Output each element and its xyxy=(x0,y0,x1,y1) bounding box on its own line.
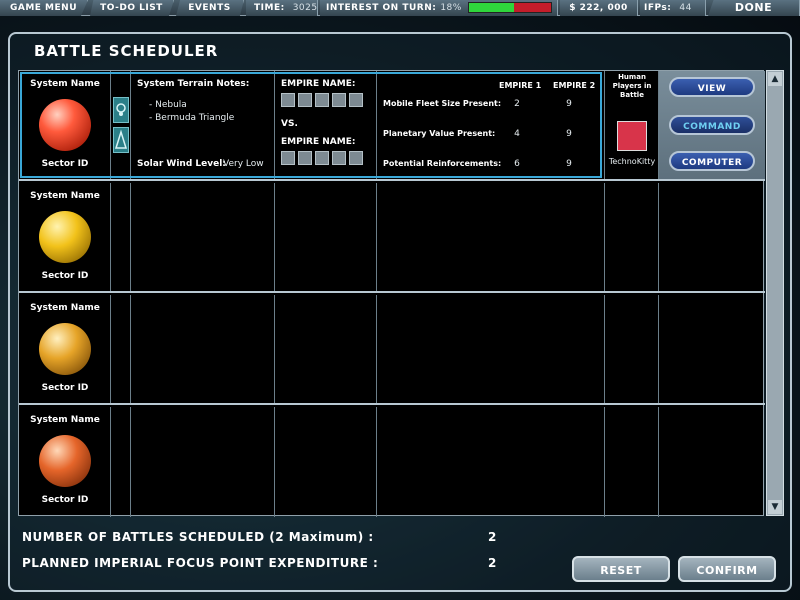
solar-wind-label: Solar Wind Level: xyxy=(137,159,226,169)
fleet-size-e1: 2 xyxy=(514,99,520,109)
battle-scheduler-panel: BATTLE SCHEDULER System Name Sector ID S… xyxy=(8,32,792,592)
reset-button[interactable]: RESET xyxy=(572,556,670,582)
terrain-icons-cell xyxy=(111,71,131,179)
versus-label: VS. xyxy=(281,119,298,129)
planetary-value-e2: 9 xyxy=(566,129,572,139)
scroll-down-icon[interactable]: ▼ xyxy=(768,500,782,514)
planetary-value-e1: 4 xyxy=(514,129,520,139)
battles-scheduled: NUMBER OF BATTLES SCHEDULED (2 Maximum) … xyxy=(22,530,496,544)
interest-value: 18% xyxy=(440,3,462,13)
reinforcements-e1: 6 xyxy=(514,159,520,169)
todo-list-button[interactable]: TO-DO LIST xyxy=(90,0,174,16)
planet-icon xyxy=(39,323,91,375)
interest-progress-bar xyxy=(468,2,552,13)
bermuda-triangle-icon xyxy=(113,127,129,153)
treasury-display: $ 222, 000 xyxy=(560,0,638,16)
battle-row[interactable]: System Name Sector ID System Terrain Not… xyxy=(19,71,765,181)
battle-row[interactable]: System Name Sector ID xyxy=(19,183,765,293)
empire2-color-boxes xyxy=(281,151,363,165)
action-buttons-cell: VIEW COMMAND COMPUTER xyxy=(659,71,765,179)
reinforcements-e2: 9 xyxy=(566,159,572,169)
sector-id: Sector ID xyxy=(41,271,89,281)
page-title: BATTLE SCHEDULER xyxy=(34,42,219,60)
human-players-title: Human Players in Battle xyxy=(612,73,652,99)
fleet-size-e2: 9 xyxy=(566,99,572,109)
empire1-name-label: EMPIRE NAME: xyxy=(281,79,356,89)
battle-row[interactable]: System Name Sector ID xyxy=(19,407,765,517)
human-players-cell: Human Players in Battle TechnoKitty xyxy=(605,71,659,179)
ifp-expenditure: PLANNED IMPERIAL FOCUS POINT EXPENDITURE… xyxy=(22,556,496,570)
system-name: System Name xyxy=(30,415,100,425)
confirm-button[interactable]: CONFIRM xyxy=(678,556,776,582)
terrain-list: - Nebula - Bermuda Triangle xyxy=(149,99,234,125)
empire1-color-boxes xyxy=(281,93,363,107)
system-name: System Name xyxy=(30,303,100,313)
terrain-item: - Bermuda Triangle xyxy=(149,113,235,123)
nebula-icon xyxy=(113,97,129,123)
solar-wind-value: Very Low xyxy=(223,159,264,169)
battles-scheduled-label: NUMBER OF BATTLES SCHEDULED (2 Maximum) … xyxy=(22,530,374,544)
interest-label: INTEREST ON TURN: xyxy=(326,3,437,13)
battle-row[interactable]: System Name Sector ID xyxy=(19,295,765,405)
time-value: 3025 xyxy=(292,3,318,13)
planet-icon xyxy=(39,211,91,263)
empire2-name-label: EMPIRE NAME: xyxy=(281,137,356,147)
time-label: TIME: xyxy=(254,3,285,13)
done-button[interactable]: DONE xyxy=(708,0,800,16)
system-cell: System Name Sector ID xyxy=(19,183,111,291)
view-button[interactable]: VIEW xyxy=(669,77,755,97)
system-name: System Name xyxy=(30,79,100,89)
battles-scheduled-value: 2 xyxy=(488,530,497,544)
events-button[interactable]: EVENTS xyxy=(176,0,244,16)
system-cell: System Name Sector ID xyxy=(19,295,111,403)
vertical-scrollbar[interactable]: ▲ ▼ xyxy=(766,70,784,516)
empire-cell: EMPIRE NAME: VS. EMPIRE NAME: xyxy=(275,71,377,179)
system-cell: System Name Sector ID xyxy=(19,71,111,179)
terrain-item: - Nebula xyxy=(149,100,187,110)
interest-progress-fill xyxy=(469,3,515,12)
sector-id: Sector ID xyxy=(41,159,89,169)
game-menu-button[interactable]: GAME MENU xyxy=(0,0,88,16)
interest-display: INTEREST ON TURN: 18% xyxy=(320,0,558,16)
scroll-up-icon[interactable]: ▲ xyxy=(768,72,782,86)
stats-cell: EMPIRE 1 EMPIRE 2 Mobile Fleet Size Pres… xyxy=(377,71,605,179)
terrain-title: System Terrain Notes: xyxy=(137,79,250,89)
ifp-expenditure-value: 2 xyxy=(488,556,497,570)
computer-button[interactable]: COMPUTER xyxy=(669,151,755,171)
planet-icon xyxy=(39,99,91,151)
planet-icon xyxy=(39,435,91,487)
system-name: System Name xyxy=(30,191,100,201)
planetary-value-label: Planetary Value Present: xyxy=(383,129,496,138)
empire2-header: EMPIRE 2 xyxy=(553,81,596,90)
player-name: TechnoKitty xyxy=(608,157,656,166)
ifp-expenditure-label: PLANNED IMPERIAL FOCUS POINT EXPENDITURE… xyxy=(22,556,379,570)
top-bar: GAME MENU TO-DO LIST EVENTS TIME: 3025 IN… xyxy=(0,0,800,16)
command-button[interactable]: COMMAND xyxy=(669,115,755,135)
fleet-size-label: Mobile Fleet Size Present: xyxy=(383,99,502,108)
ifp-display: IFPs: 44 xyxy=(640,0,706,16)
player-color-swatch xyxy=(617,121,647,151)
sector-id: Sector ID xyxy=(41,383,89,393)
terrain-cell: System Terrain Notes: - Nebula - Bermuda… xyxy=(131,71,275,179)
battle-grid: System Name Sector ID System Terrain Not… xyxy=(18,70,765,517)
ifp-value: 44 xyxy=(679,3,692,13)
reinforcements-label: Potential Reinforcements: xyxy=(383,159,502,168)
ifp-label: IFPs: xyxy=(644,3,672,13)
system-cell: System Name Sector ID xyxy=(19,407,111,517)
empire1-header: EMPIRE 1 xyxy=(499,81,542,90)
time-display: TIME: 3025 xyxy=(246,0,318,16)
sector-id: Sector ID xyxy=(41,495,89,505)
